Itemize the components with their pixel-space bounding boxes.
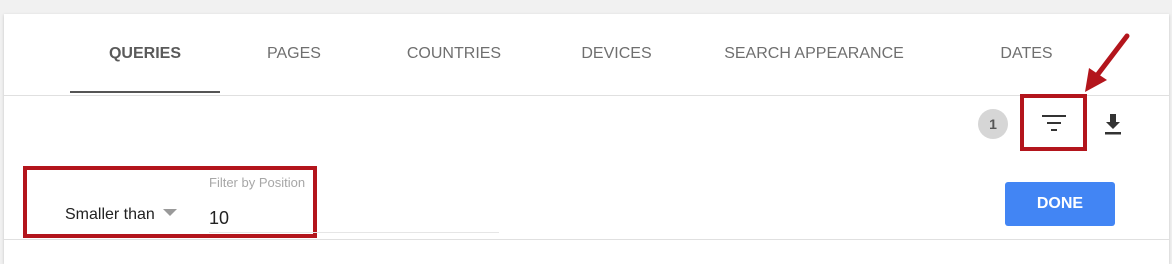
tab-search-appearance[interactable]: SEARCH APPEARANCE <box>709 14 919 94</box>
position-value-input[interactable] <box>209 204 499 233</box>
tab-queries[interactable]: QUERIES <box>70 14 220 94</box>
annotation-arrow-icon <box>1085 33 1130 92</box>
filter-button[interactable] <box>1020 94 1087 151</box>
filter-field-label: Filter by Position <box>209 175 306 190</box>
performance-card: QUERIES PAGES COUNTRIES DEVICES SEARCH A… <box>4 14 1169 264</box>
download-button[interactable] <box>1100 111 1126 137</box>
divider <box>4 239 1169 240</box>
done-button[interactable]: DONE <box>1005 182 1115 226</box>
active-tab-indicator <box>70 91 220 93</box>
active-filter-count-badge: 1 <box>978 109 1008 139</box>
tab-countries[interactable]: COUNTRIES <box>384 14 524 94</box>
operator-select[interactable]: Smaller than <box>65 206 177 228</box>
tab-pages[interactable]: PAGES <box>234 14 354 94</box>
download-icon <box>1105 114 1121 135</box>
tab-devices[interactable]: DEVICES <box>554 14 679 94</box>
operator-select-value: Smaller than <box>65 206 155 223</box>
report-tabs: QUERIES PAGES COUNTRIES DEVICES SEARCH A… <box>4 14 1169 96</box>
chevron-down-icon <box>162 209 177 216</box>
filter-list-icon <box>1042 115 1066 131</box>
tab-dates[interactable]: DATES <box>979 14 1074 94</box>
